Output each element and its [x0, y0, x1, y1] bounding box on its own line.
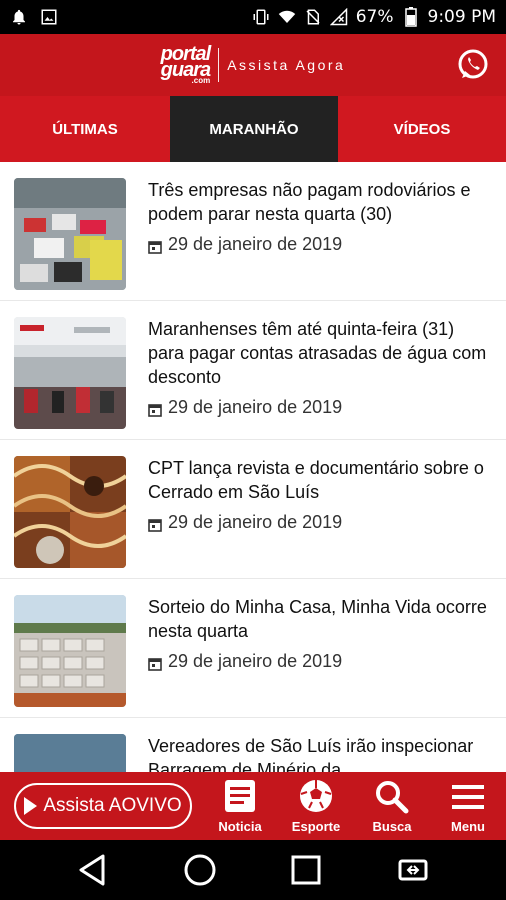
back-icon[interactable]	[75, 852, 111, 888]
article-thumbnail	[14, 734, 126, 772]
battery-icon	[402, 7, 420, 27]
watch-live-button[interactable]: Assista AOVIVO	[14, 783, 192, 829]
article-title: Maranhenses têm até quinta-feira (31) pa…	[148, 319, 487, 387]
battery-level: 67%	[355, 7, 394, 27]
list-item[interactable]: Sorteio do Minha Casa, Minha Vida ocorre…	[0, 579, 506, 718]
nav-busca-label: Busca	[372, 819, 412, 834]
notification-bell-icon	[10, 8, 28, 26]
article-title: CPT lança revista e documentário sobre o…	[148, 458, 484, 502]
image-notification-icon	[40, 8, 58, 26]
article-list: Três empresas não pagam rodoviários e po…	[0, 162, 506, 772]
bottom-bar: Assista AOVIVO Noticia Esporte Busca Men…	[0, 772, 506, 840]
whatsapp-icon[interactable]	[456, 48, 490, 82]
article-title: Sorteio do Minha Casa, Minha Vida ocorre…	[148, 597, 487, 641]
portalguara-logo: portal guara .com	[161, 44, 212, 85]
nav-esporte[interactable]: Esporte	[281, 778, 351, 834]
nav-menu-label: Menu	[451, 819, 485, 834]
vibrate-icon	[252, 8, 270, 26]
nav-menu[interactable]: Menu	[433, 778, 503, 834]
home-icon[interactable]	[182, 852, 218, 888]
tab-videos[interactable]: VÍDEOS	[338, 96, 506, 162]
article-thumbnail	[14, 595, 126, 707]
calendar-icon	[148, 401, 162, 417]
news-icon	[225, 780, 255, 812]
brand-divider	[218, 47, 220, 82]
list-item[interactable]: Vereadores de São Luís irão inspecionar …	[0, 718, 506, 772]
article-date: 29 de janeiro de 2019	[168, 512, 343, 532]
article-thumbnail	[14, 178, 126, 290]
status-bar: 67% 9:09 PM	[0, 0, 506, 34]
logo-suffix: .com	[191, 75, 211, 85]
calendar-icon	[148, 238, 162, 254]
soccer-ball-icon	[300, 780, 332, 812]
play-icon	[24, 797, 38, 815]
screen-rotate-icon[interactable]	[395, 852, 431, 888]
article-date: 29 de janeiro de 2019	[168, 651, 343, 671]
article-thumbnail	[14, 456, 126, 568]
nav-noticia[interactable]: Noticia	[205, 778, 275, 834]
calendar-icon	[148, 655, 162, 671]
recents-icon[interactable]	[288, 852, 324, 888]
watch-live-label: Assista AOVIVO	[43, 795, 182, 816]
nav-esporte-label: Esporte	[291, 819, 341, 834]
list-item[interactable]: Maranhenses têm até quinta-feira (31) pa…	[0, 301, 506, 440]
system-navigation-bar	[0, 840, 506, 900]
wifi-icon	[278, 8, 296, 26]
article-date: 29 de janeiro de 2019	[168, 234, 343, 254]
assista-agora-link[interactable]: Assista Agora	[227, 57, 345, 73]
nav-noticia-label: Noticia	[218, 819, 262, 834]
calendar-icon	[148, 516, 162, 532]
signal-icon	[329, 8, 348, 26]
tab-maranhao[interactable]: MARANHÃO	[170, 96, 338, 162]
clock: 9:09 PM	[427, 7, 497, 27]
category-tabs: ÚLTIMAS MARANHÃO VÍDEOS	[0, 96, 506, 162]
article-thumbnail	[14, 317, 126, 429]
nav-busca[interactable]: Busca	[357, 778, 427, 834]
article-date: 29 de janeiro de 2019	[168, 397, 343, 417]
app-header: portal guara .com Assista Agora	[0, 34, 506, 96]
search-icon	[376, 781, 409, 814]
brand[interactable]: portal guara .com Assista Agora	[161, 44, 346, 85]
article-title: Três empresas não pagam rodoviários e po…	[148, 180, 471, 224]
no-sim-icon	[304, 8, 322, 26]
hamburger-menu-icon	[452, 785, 484, 809]
list-item[interactable]: Três empresas não pagam rodoviários e po…	[0, 162, 506, 301]
tab-ultimas[interactable]: ÚLTIMAS	[0, 96, 170, 162]
article-title: Vereadores de São Luís irão inspecionar …	[148, 736, 474, 772]
list-item[interactable]: CPT lança revista e documentário sobre o…	[0, 440, 506, 579]
